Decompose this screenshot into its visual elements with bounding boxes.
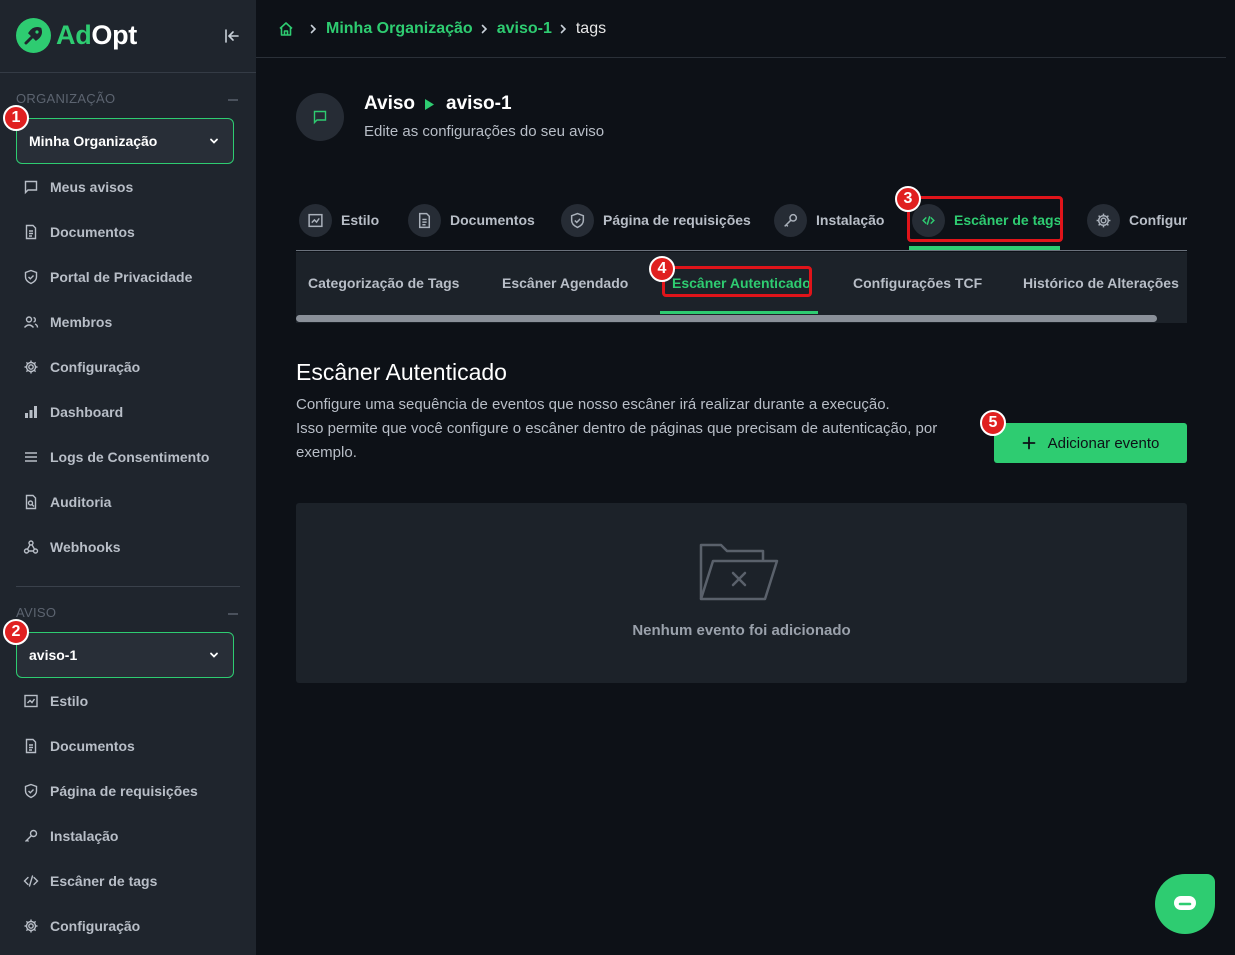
gear-icon: [1087, 203, 1120, 237]
tabs-divider: [296, 250, 1187, 251]
message-square-icon: [24, 180, 38, 195]
tab-instalacao[interactable]: Instalação: [774, 197, 884, 243]
section-collapse-icon[interactable]: [228, 99, 238, 101]
shield-check-icon: [24, 269, 38, 285]
users-icon: [23, 316, 39, 328]
breadcrumb-notice[interactable]: aviso-1: [497, 20, 552, 38]
home-icon[interactable]: [278, 21, 294, 37]
tab-pagina-requisicoes[interactable]: Página de requisições: [561, 197, 751, 243]
gear-icon: [24, 360, 38, 374]
sidebar-item-dashboard[interactable]: Dashboard: [16, 394, 240, 430]
section-description: Configure uma sequência de eventos que n…: [296, 396, 938, 461]
empty-message: Nenhum evento foi adicionado: [632, 622, 851, 639]
main-tabs: Estilo Documentos Página de requisições …: [296, 197, 1187, 251]
page-title: Aviso aviso-1: [364, 93, 512, 114]
sidebar-item-meus-avisos[interactable]: Meus avisos: [16, 169, 240, 205]
annotation-badge-2: 2: [3, 619, 29, 645]
file-text-icon: [408, 203, 441, 237]
sidebar-item-instalacao[interactable]: Instalação: [16, 818, 240, 854]
empty-state: Nenhum evento foi adicionado: [296, 503, 1187, 683]
annotation-badge-1: 1: [3, 105, 29, 131]
collapse-sidebar-icon[interactable]: [222, 26, 242, 46]
annotation-badge-3: 3: [895, 186, 921, 212]
webhook-icon: [23, 540, 39, 554]
audit-icon: [25, 494, 37, 510]
chevron-down-icon: [210, 138, 218, 144]
sidebar-separator: [16, 586, 240, 587]
chevron-right-icon: [560, 24, 566, 34]
key-icon: [25, 829, 38, 842]
shield-check-icon: [24, 783, 38, 799]
sidebar-item-documentos[interactable]: Documentos: [16, 214, 240, 250]
sidebar-item-auditoria[interactable]: Auditoria: [16, 484, 240, 520]
breadcrumb-org[interactable]: Minha Organização: [326, 20, 473, 38]
file-text-icon: [25, 738, 37, 754]
sidebar-item-logs-consentimento[interactable]: Logs de Consentimento: [16, 439, 240, 475]
bar-chart-icon: [25, 406, 37, 418]
breadcrumb-current: tags: [575, 20, 607, 37]
sidebar: AdOpt ORGANIZAÇÃO Minha Organização Meus…: [0, 0, 256, 955]
shield-check-icon: [561, 203, 594, 237]
subtab-escaner-autenticado[interactable]: Escâner Autenticado: [672, 252, 811, 314]
section-collapse-icon[interactable]: [228, 613, 238, 615]
chevron-right-icon: [481, 24, 487, 34]
chevron-right-icon: [310, 24, 317, 34]
logo-text: AdOpt: [56, 19, 137, 50]
tab-estilo[interactable]: Estilo: [299, 197, 379, 243]
section-label-notice: AVISO: [16, 605, 57, 620]
code-icon: [23, 875, 39, 887]
tab-configuracoes[interactable]: Configurações: [1087, 197, 1187, 243]
tab-documentos[interactable]: Documentos: [408, 197, 535, 243]
annotation-badge-5: 5: [980, 410, 1006, 436]
sidebar-item-membros[interactable]: Membros: [16, 304, 240, 340]
plus-icon: [1022, 436, 1036, 450]
sidebar-item-configuracao-aviso[interactable]: Configuração: [16, 908, 240, 944]
gear-icon: [24, 919, 38, 933]
list-icon: [25, 452, 37, 462]
chat-button[interactable]: [1155, 874, 1215, 934]
style-icon: [24, 694, 38, 708]
subtab-escaner-agendado[interactable]: Escâner Agendado: [502, 252, 628, 314]
breadcrumb: Minha Organização aviso-1 tags: [278, 19, 606, 39]
folder-x-icon: [699, 543, 779, 601]
sidebar-item-escaner-tags[interactable]: Escâner de tags: [16, 863, 240, 899]
organization-select[interactable]: Minha Organização: [16, 118, 234, 164]
triangle-right-icon: [425, 98, 435, 110]
notice-select[interactable]: aviso-1: [16, 632, 234, 678]
sub-tabs: Categorização de Tags Escâner Agendado E…: [296, 252, 1187, 314]
logo[interactable]: AdOpt: [16, 17, 137, 53]
sidebar-item-webhooks[interactable]: Webhooks: [16, 529, 240, 565]
file-text-icon: [25, 224, 37, 240]
subtab-configuracoes-tcf[interactable]: Configurações TCF: [853, 252, 982, 314]
page-subtitle: Edite as configurações do seu aviso: [364, 123, 605, 140]
horizontal-scrollbar[interactable]: [296, 315, 1157, 322]
section-title: Escâner Autenticado: [296, 359, 507, 385]
style-icon: [299, 203, 332, 237]
sidebar-item-configuracao[interactable]: Configuração: [16, 349, 240, 385]
chevron-down-icon: [210, 652, 218, 658]
key-icon: [774, 203, 807, 237]
notice-icon: [296, 93, 344, 141]
chat-icon: [1174, 896, 1196, 910]
sidebar-item-portal-privacidade[interactable]: Portal de Privacidade: [16, 259, 240, 295]
sidebar-item-estilo[interactable]: Estilo: [16, 683, 240, 719]
section-label-organization: ORGANIZAÇÃO: [16, 91, 116, 106]
header-divider: [256, 57, 1226, 58]
sidebar-item-pagina-requisicoes[interactable]: Página de requisições: [16, 773, 240, 809]
subtab-categorizacao-tags[interactable]: Categorização de Tags: [308, 252, 459, 314]
sidebar-item-documentos-aviso[interactable]: Documentos: [16, 728, 240, 764]
annotation-badge-4: 4: [649, 256, 675, 282]
subtab-historico-alteracoes[interactable]: Histórico de Alterações: [1023, 252, 1179, 314]
add-event-button[interactable]: Adicionar evento: [994, 423, 1187, 463]
logo-mark-icon: [16, 17, 51, 53]
sidebar-divider: [0, 72, 256, 73]
tab-escaner-tags[interactable]: Escâner de tags: [912, 197, 1061, 243]
